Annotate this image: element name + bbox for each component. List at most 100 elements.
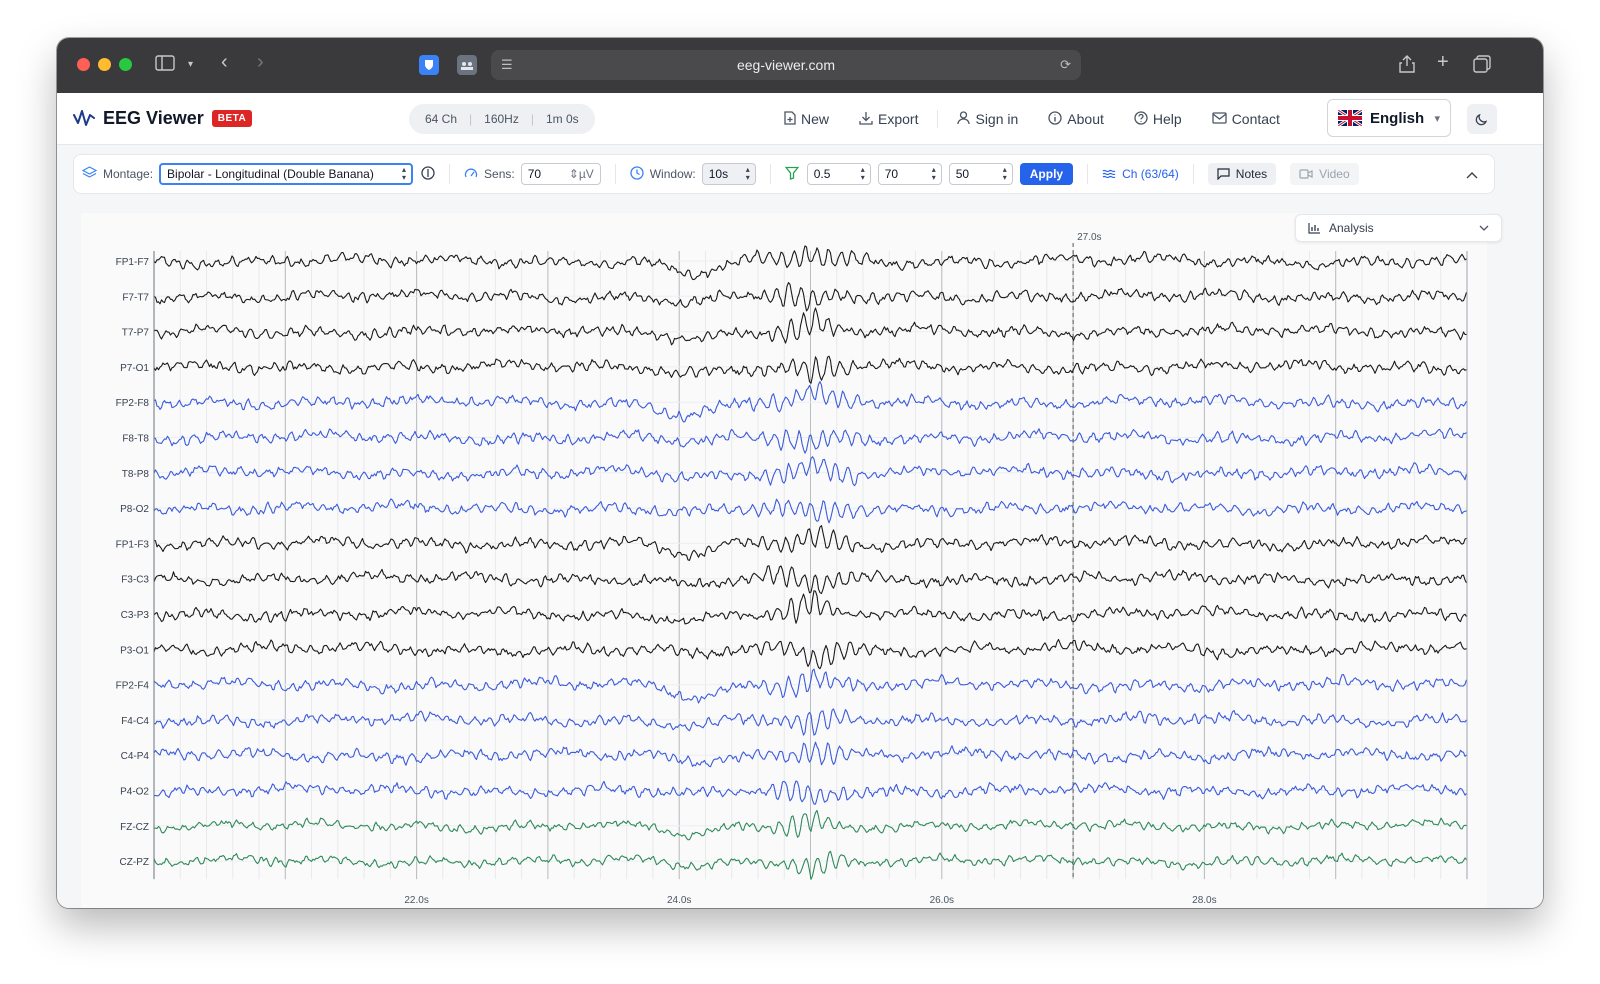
browser-toolbar: ▾ ‹ › ☰ eeg-viewer.com ⟳ + [57, 38, 1543, 93]
help-button[interactable]: Help [1119, 110, 1197, 128]
notes-label: Notes [1235, 167, 1268, 181]
x-tick-label: 26.0s [930, 895, 954, 906]
chevron-down-icon [1479, 223, 1489, 234]
channel-label-p7-o1: P7-O1 [120, 363, 149, 374]
channel-label-f8-t8: F8-T8 [122, 434, 149, 445]
chevron-down-icon: ▾ [1434, 112, 1440, 125]
analysis-panel-toggle[interactable]: Analysis [1295, 214, 1502, 242]
channel-label-f3-c3: F3-C3 [121, 575, 149, 586]
stepper-icon[interactable]: ▴ ▾ [1003, 166, 1007, 182]
export-button[interactable]: Export [844, 111, 933, 128]
lowcut-value: 0.5 [813, 167, 831, 181]
channel-label-c3-p3: C3-P3 [121, 610, 150, 621]
eeg-plot-wrapper: 27.0s FP1-F7 F7-T7 T7-P7 P7-O1 FP2-F8 F8-T8 T8-… [57, 205, 1543, 908]
url-text: eeg-viewer.com [736, 57, 836, 73]
notch-filter-input[interactable]: 50 ▴ ▾ [948, 163, 1013, 185]
contact-button[interactable]: Contact [1197, 111, 1295, 127]
page-menu-icon[interactable]: ☰ [501, 57, 513, 73]
channel-label-p4-o2: P4-O2 [120, 787, 149, 798]
channel-label-fp2-f8: FP2-F8 [116, 398, 150, 409]
tab-overview-icon[interactable] [1473, 55, 1491, 79]
waves-icon [1102, 169, 1116, 179]
x-tick-label: 24.0s [667, 895, 691, 906]
collapse-toolbar-chevron-icon[interactable] [1466, 167, 1478, 182]
channel-selector-button[interactable]: Ch (63/64) [1102, 167, 1179, 181]
highcut-filter-input[interactable]: 70 ▴ ▾ [877, 163, 942, 185]
brand[interactable]: EEG Viewer BETA [73, 107, 253, 129]
sign-in-button[interactable]: Sign in [942, 110, 1033, 128]
bar-chart-icon [1308, 223, 1320, 234]
channel-label-f4-c4: F4-C4 [121, 716, 149, 727]
montage-select[interactable]: Bipolar - Longitudinal (Double Banana) ▴… [159, 163, 414, 185]
montage-info-icon[interactable] [421, 165, 435, 183]
control-divider [1087, 164, 1089, 184]
channel-count-label: Ch (63/64) [1122, 167, 1179, 181]
channel-label-c4-p4: C4-P4 [121, 751, 150, 762]
translate-reload-icon[interactable]: ⟳ [1060, 57, 1071, 73]
window-label: Window: [649, 167, 696, 181]
new-label: New [801, 111, 830, 127]
channel-label-fz-cz: FZ-CZ [120, 822, 149, 833]
extension-icon[interactable] [457, 55, 477, 75]
analysis-label: Analysis [1329, 221, 1374, 235]
channel-label-fp2-f4: FP2-F4 [116, 681, 150, 692]
apply-filter-button[interactable]: Apply [1019, 163, 1074, 185]
select-arrows-icon: ▴ ▾ [745, 165, 750, 182]
language-select[interactable]: English ▾ [1327, 99, 1451, 137]
minimize-window-button[interactable] [98, 58, 111, 71]
address-bar[interactable]: ☰ eeg-viewer.com ⟳ [491, 50, 1081, 80]
new-button[interactable]: New [769, 110, 844, 128]
control-divider [614, 164, 616, 184]
sensitivity-unit-text: µV [578, 167, 594, 181]
control-bar-wrapper: Montage: Bipolar - Longitudinal (Double … [57, 145, 1543, 205]
stepper-icon[interactable]: ▴ ▾ [932, 166, 936, 182]
file-plus-icon [784, 110, 796, 128]
stepper-icon[interactable]: ▴ ▾ [861, 166, 865, 182]
select-arrows-icon: ▴ ▾ [402, 165, 407, 182]
recording-stats: 64 Ch | 160Hz | 1m 0s [409, 104, 595, 134]
video-button[interactable]: Video [1290, 163, 1359, 185]
download-icon [859, 111, 873, 128]
x-tick-label: 22.0s [404, 895, 428, 906]
lowpass-filter-input[interactable]: 0.5 ▴ ▾ [806, 163, 871, 185]
top-nav: New Export Sign in About Help Contact [769, 93, 1295, 145]
channel-label-fp1-f3: FP1-F3 [116, 539, 150, 550]
gauge-icon [464, 167, 478, 182]
back-icon[interactable]: ‹ [221, 52, 228, 72]
about-label: About [1067, 111, 1104, 127]
channel-count: 64 Ch [425, 112, 458, 126]
control-divider [769, 164, 771, 184]
mail-icon [1212, 111, 1227, 127]
user-icon [957, 110, 971, 128]
app-title: EEG Viewer [103, 107, 204, 128]
share-icon[interactable] [1399, 55, 1415, 79]
forward-icon[interactable]: › [257, 52, 264, 72]
about-button[interactable]: About [1033, 110, 1119, 128]
language-label: English [1370, 109, 1425, 127]
window-value: 10s [708, 167, 729, 181]
sensitivity-input[interactable]: 70 ⇕µV [520, 163, 601, 185]
notch-value: 50 [955, 167, 970, 181]
close-window-button[interactable] [77, 58, 90, 71]
help-circle-icon [1134, 110, 1148, 128]
theme-toggle-button[interactable] [1467, 104, 1497, 134]
zoom-window-button[interactable] [119, 58, 132, 71]
channel-label-p8-o2: P8-O2 [120, 504, 149, 515]
uk-flag-icon [1338, 110, 1362, 126]
app-header: EEG Viewer BETA 64 Ch | 160Hz | 1m 0s Ne… [57, 93, 1543, 145]
eeg-plot-area[interactable]: 27.0s FP1-F7 F7-T7 T7-P7 P7-O1 FP2-F8 F8-T8 T8-… [81, 213, 1487, 908]
highcut-value: 70 [884, 167, 899, 181]
stats-divider: | [530, 112, 534, 126]
sensitivity-value: 70 [527, 167, 542, 181]
sidebar-menu-chevron-icon[interactable]: ▾ [188, 55, 193, 75]
eeg-chart[interactable]: 27.0s FP1-F7 F7-T7 T7-P7 P7-O1 FP2-F8 F8-T8 T8-… [81, 213, 1487, 908]
video-label: Video [1319, 167, 1350, 181]
notes-button[interactable]: Notes [1207, 163, 1277, 185]
new-tab-icon[interactable]: + [1437, 52, 1449, 72]
password-manager-extension-icon[interactable] [419, 55, 439, 75]
filter-icon [784, 166, 800, 183]
clock-icon [630, 165, 644, 183]
window-select[interactable]: 10s ▴ ▾ [701, 163, 756, 185]
sidebar-toggle-icon[interactable] [155, 55, 175, 77]
control-divider [1192, 164, 1194, 184]
